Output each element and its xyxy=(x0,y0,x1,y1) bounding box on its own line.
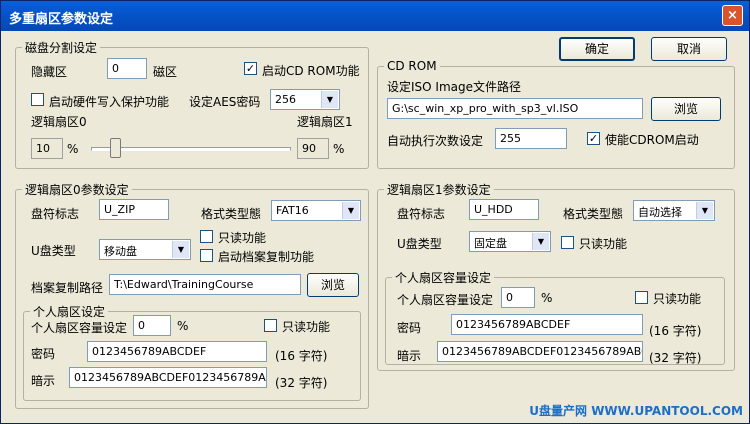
sector0-label: 逻辑扇区0 xyxy=(31,115,87,129)
sector1-label: 逻辑扇区1 xyxy=(297,115,353,129)
sector0-archive-copy-label: 启动档案复制功能 xyxy=(218,250,315,264)
sector1-udisk-type-value: 固定盘 xyxy=(474,237,507,250)
sector1-udisk-type-dropdown[interactable]: 固定盘 ▼ xyxy=(469,231,551,252)
cancel-button[interactable]: 取消 xyxy=(651,37,727,61)
sector0-format-dropdown[interactable]: FAT16 ▼ xyxy=(271,200,361,221)
sector1-legend: 逻辑扇区1参数设定 xyxy=(387,183,491,197)
sector0-readonly-checkbox[interactable] xyxy=(200,230,213,243)
sector1-udisk-type-label: U盘类型 xyxy=(397,237,442,251)
sector0-personal-legend: 个人扇区设定 xyxy=(33,305,106,319)
hidden-area-label: 隐藏区 xyxy=(31,65,68,79)
sector1-personal-legend: 个人扇区容量设定 xyxy=(395,271,492,285)
hw-protect-label: 启动硬件写入保护功能 xyxy=(49,95,170,109)
sector0-udisk-type-label: U盘类型 xyxy=(31,244,76,258)
sector1-personal-readonly-checkbox[interactable] xyxy=(635,291,648,304)
aes-label: 设定AES密码 xyxy=(189,95,261,109)
sector0-capacity-label: 个人扇区容量设定 xyxy=(31,321,128,335)
sector0-readonly-label: 只读功能 xyxy=(218,231,267,245)
sector0-disk-input[interactable]: U_ZIP xyxy=(99,199,169,220)
title-bar[interactable]: 多重扇区参数设定 × xyxy=(1,1,749,31)
sector0-format-label: 格式类型態 xyxy=(201,207,262,221)
sector0-disk-label: 盘符标志 xyxy=(31,207,80,221)
sector1-percent: 90 xyxy=(297,138,329,159)
sector0-percent: 10 xyxy=(31,138,63,159)
cdrom-func-label: 启动CD ROM功能 xyxy=(262,64,360,78)
autorun-label: 自动执行次数设定 xyxy=(387,134,484,148)
sector0-personal-readonly-checkbox[interactable] xyxy=(264,319,277,332)
sector0-format-value: FAT16 xyxy=(276,204,309,217)
sector0-archive-copy-checkbox[interactable] xyxy=(200,249,213,262)
sector1-capacity-input[interactable]: 0 xyxy=(501,287,535,308)
partition-slider-thumb[interactable] xyxy=(109,138,121,158)
sector1-disk-label: 盘符标志 xyxy=(397,207,446,221)
sector1-hint-label: 暗示 xyxy=(397,349,422,363)
cdrom-legend: CD ROM xyxy=(387,59,437,73)
aes-dropdown[interactable]: 256 ▼ xyxy=(270,89,340,110)
sector1-personal-readonly-label: 只读功能 xyxy=(653,292,702,306)
close-icon[interactable]: × xyxy=(722,5,743,26)
sector1-password-label: 密码 xyxy=(397,321,422,335)
sector1-format-value: 自动选择 xyxy=(638,206,682,219)
sector0-password-hint: (16 字符) xyxy=(275,349,328,363)
dialog-window: 多重扇区参数设定 × 磁盘分割设定 隐藏区 0 磁区 ✓ 启动CD ROM功能 … xyxy=(0,0,750,424)
chevron-down-icon[interactable]: ▼ xyxy=(172,241,189,258)
partition-slider-track[interactable] xyxy=(91,147,291,151)
chevron-down-icon[interactable]: ▼ xyxy=(342,202,359,219)
sector-unit-label: 磁区 xyxy=(153,65,178,79)
chevron-down-icon[interactable]: ▼ xyxy=(696,202,713,219)
iso-path-input[interactable]: G:\sc_win_xp_pro_with_sp3_vl.ISO xyxy=(387,98,643,119)
percent-sign: % xyxy=(333,142,345,156)
hw-protect-checkbox[interactable] xyxy=(31,93,44,106)
sector0-hint-hint: (32 字符) xyxy=(275,376,328,390)
sector1-readonly-checkbox[interactable] xyxy=(561,236,574,249)
sector0-udisk-type-dropdown[interactable]: 移动盘 ▼ xyxy=(99,239,191,260)
sector1-hint-input[interactable]: 0123456789ABCDEF0123456789ABCDEF xyxy=(437,341,643,362)
sector1-readonly-label: 只读功能 xyxy=(579,237,628,251)
hidden-area-input[interactable]: 0 xyxy=(107,58,147,79)
sector0-capacity-input[interactable]: 0 xyxy=(133,315,171,336)
sector0-hint-input[interactable]: 0123456789ABCDEF0123456789ABCDEF xyxy=(69,367,267,388)
enable-boot-label: 使能CDROM启动 xyxy=(605,133,699,147)
percent-sign: % xyxy=(67,142,79,156)
chevron-down-icon[interactable]: ▼ xyxy=(321,91,338,108)
watermark: U盘量产网 WWW.UPANTOOL.COM xyxy=(529,404,743,418)
archive-browse-button[interactable]: 浏览 xyxy=(307,273,359,297)
cdrom-func-checkbox[interactable]: ✓ xyxy=(244,62,257,75)
percent-sign: % xyxy=(177,319,189,333)
iso-browse-button[interactable]: 浏览 xyxy=(651,97,721,121)
iso-path-label: 设定ISO Image文件路径 xyxy=(387,80,521,94)
sector1-format-label: 格式类型態 xyxy=(563,207,624,221)
enable-boot-checkbox[interactable]: ✓ xyxy=(587,132,600,145)
sector0-password-label: 密码 xyxy=(31,347,56,361)
window-title: 多重扇区参数设定 xyxy=(9,12,114,27)
autorun-input[interactable]: 255 xyxy=(495,128,567,149)
ok-button[interactable]: 确定 xyxy=(559,37,635,61)
sector1-hint-hint: (32 字符) xyxy=(649,351,702,365)
sector1-disk-input[interactable]: U_HDD xyxy=(469,199,539,220)
sector1-password-input[interactable]: 0123456789ABCDEF xyxy=(451,314,643,335)
sector0-udisk-type-value: 移动盘 xyxy=(104,245,137,258)
aes-value: 256 xyxy=(275,93,296,106)
sector0-legend: 逻辑扇区0参数设定 xyxy=(25,183,129,197)
disk-partition-legend: 磁盘分割设定 xyxy=(25,41,98,55)
percent-sign: % xyxy=(541,291,553,305)
sector0-personal-readonly-label: 只读功能 xyxy=(282,320,331,334)
chevron-down-icon[interactable]: ▼ xyxy=(532,233,549,250)
archive-path-input[interactable]: T:\Edward\TrainingCourse xyxy=(109,274,301,295)
sector1-capacity-label: 个人扇区容量设定 xyxy=(397,293,494,307)
archive-path-label: 档案复制路径 xyxy=(31,281,104,295)
sector0-hint-label: 暗示 xyxy=(31,374,56,388)
sector1-format-dropdown[interactable]: 自动选择 ▼ xyxy=(633,200,715,221)
sector1-password-hint: (16 字符) xyxy=(649,324,702,338)
sector0-password-input[interactable]: 0123456789ABCDEF xyxy=(87,341,267,362)
